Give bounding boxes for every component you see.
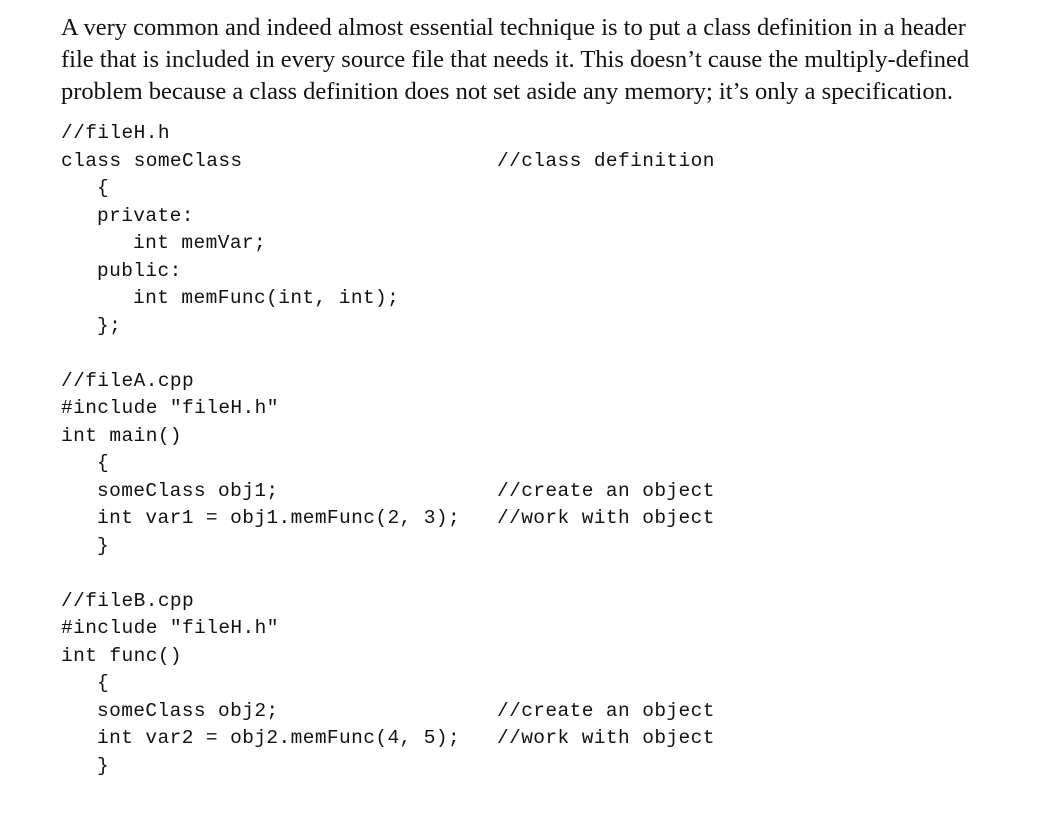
fileB-header-comment: //fileB.cpp — [61, 589, 195, 612]
code-line: int main() — [61, 423, 182, 451]
code-line: int memFunc(int, int); — [61, 285, 399, 313]
code-line: //fileH.h — [61, 120, 170, 148]
fileB-statement-2: int var2 = obj2.memFunc(4, 5); — [97, 727, 461, 749]
paragraph-line-1: A very common and indeed almost essentia… — [61, 14, 966, 41]
code-line: someClass obj2; //create an object — [61, 698, 714, 726]
code-line: int memVar; — [61, 230, 266, 258]
code-line: int var2 = obj2.memFunc(4, 5); //work wi… — [61, 725, 714, 753]
fileH-public-label: public: — [97, 259, 182, 282]
code-line: { — [61, 450, 109, 478]
fileA-close-brace: } — [97, 534, 110, 557]
fileB-statement-2-comment: //work with object — [497, 727, 715, 749]
code-line: #include "fileH.h" — [61, 395, 278, 423]
fileA-header-comment: //fileA.cpp — [61, 369, 195, 392]
paragraph-line-3: problem because a class definition does … — [61, 78, 953, 105]
fileH-open-brace: { — [97, 177, 110, 199]
fileH-class-comment: //class definition — [497, 149, 715, 172]
code-line: #include "fileH.h" — [61, 615, 278, 643]
fileH-private-label: private: — [97, 204, 194, 227]
fileB-close-brace: } — [97, 754, 110, 777]
code-line: class someClass //class definition — [61, 148, 714, 176]
fileB-include: #include "fileH.h" — [61, 617, 279, 639]
code-line: { — [61, 670, 109, 698]
fileA-include: #include "fileH.h" — [61, 397, 279, 419]
code-line: private: — [61, 203, 193, 231]
fileA-function-declaration: int main() — [61, 424, 183, 447]
paragraph-line-2: file that is included in every source fi… — [61, 46, 970, 73]
code-line: { — [61, 175, 109, 203]
code-line: public: — [61, 258, 181, 286]
fileA-statement-2-comment: //work with object — [497, 507, 715, 529]
code-line: } — [61, 533, 109, 561]
code-line: int func() — [61, 643, 182, 671]
fileB-open-brace: { — [97, 672, 110, 694]
fileH-close-brace: }; — [97, 314, 122, 337]
fileA-open-brace: { — [97, 452, 110, 474]
code-line: int var1 = obj1.memFunc(2, 3); //work wi… — [61, 505, 714, 533]
code-line: someClass obj1; //create an object — [61, 478, 714, 506]
fileB-statement-1: someClass obj2; — [97, 699, 279, 722]
fileH-member-var: int memVar; — [133, 232, 267, 254]
fileH-member-func: int memFunc(int, int); — [133, 287, 400, 309]
fileA-statement-2: int var1 = obj1.memFunc(2, 3); — [97, 507, 461, 529]
fileA-statement-1: someClass obj1; — [97, 479, 279, 502]
fileH-header-comment: //fileH.h — [61, 122, 170, 144]
code-line: //fileB.cpp — [61, 588, 194, 616]
fileH-class-declaration: class someClass — [61, 149, 243, 172]
body-paragraph: A very common and indeed almost essentia… — [61, 12, 1011, 108]
fileB-function-declaration: int func() — [61, 644, 183, 667]
code-line: //fileA.cpp — [61, 368, 194, 396]
code-listing: //fileH.h class someClass //class defini… — [61, 120, 714, 781]
code-line: } — [61, 753, 109, 781]
code-line: }; — [61, 313, 121, 341]
fileA-statement-1-comment: //create an object — [497, 479, 715, 502]
fileB-statement-1-comment: //create an object — [497, 699, 715, 722]
